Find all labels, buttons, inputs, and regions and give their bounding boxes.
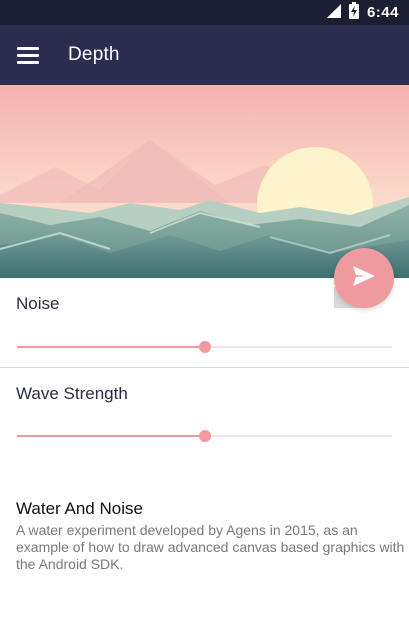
noise-slider-thumb[interactable] [198,341,211,353]
page-title: Depth [68,44,120,65]
noise-label: Noise [16,294,60,313]
wave-strength-slider-fill [17,435,205,437]
send-button[interactable] [334,248,394,308]
app-bar: Depth [0,25,409,85]
battery-charging-icon [348,2,359,23]
hero-illustration [0,85,409,278]
noise-slider[interactable] [17,337,392,357]
signal-icon [326,3,341,22]
wave-strength-slider-thumb[interactable] [198,430,211,442]
status-time: 6:44 [366,4,399,21]
info-title: Water And Noise [16,499,143,518]
divider [0,367,409,368]
send-icon [353,265,375,291]
hamburger-menu-icon[interactable] [0,25,56,85]
wave-strength-label: Wave Strength [16,384,128,403]
status-bar: 6:44 [0,0,409,25]
noise-slider-fill [17,346,205,348]
info-description: A water experiment developed by Agens in… [16,522,405,572]
wave-strength-slider[interactable] [17,426,392,446]
